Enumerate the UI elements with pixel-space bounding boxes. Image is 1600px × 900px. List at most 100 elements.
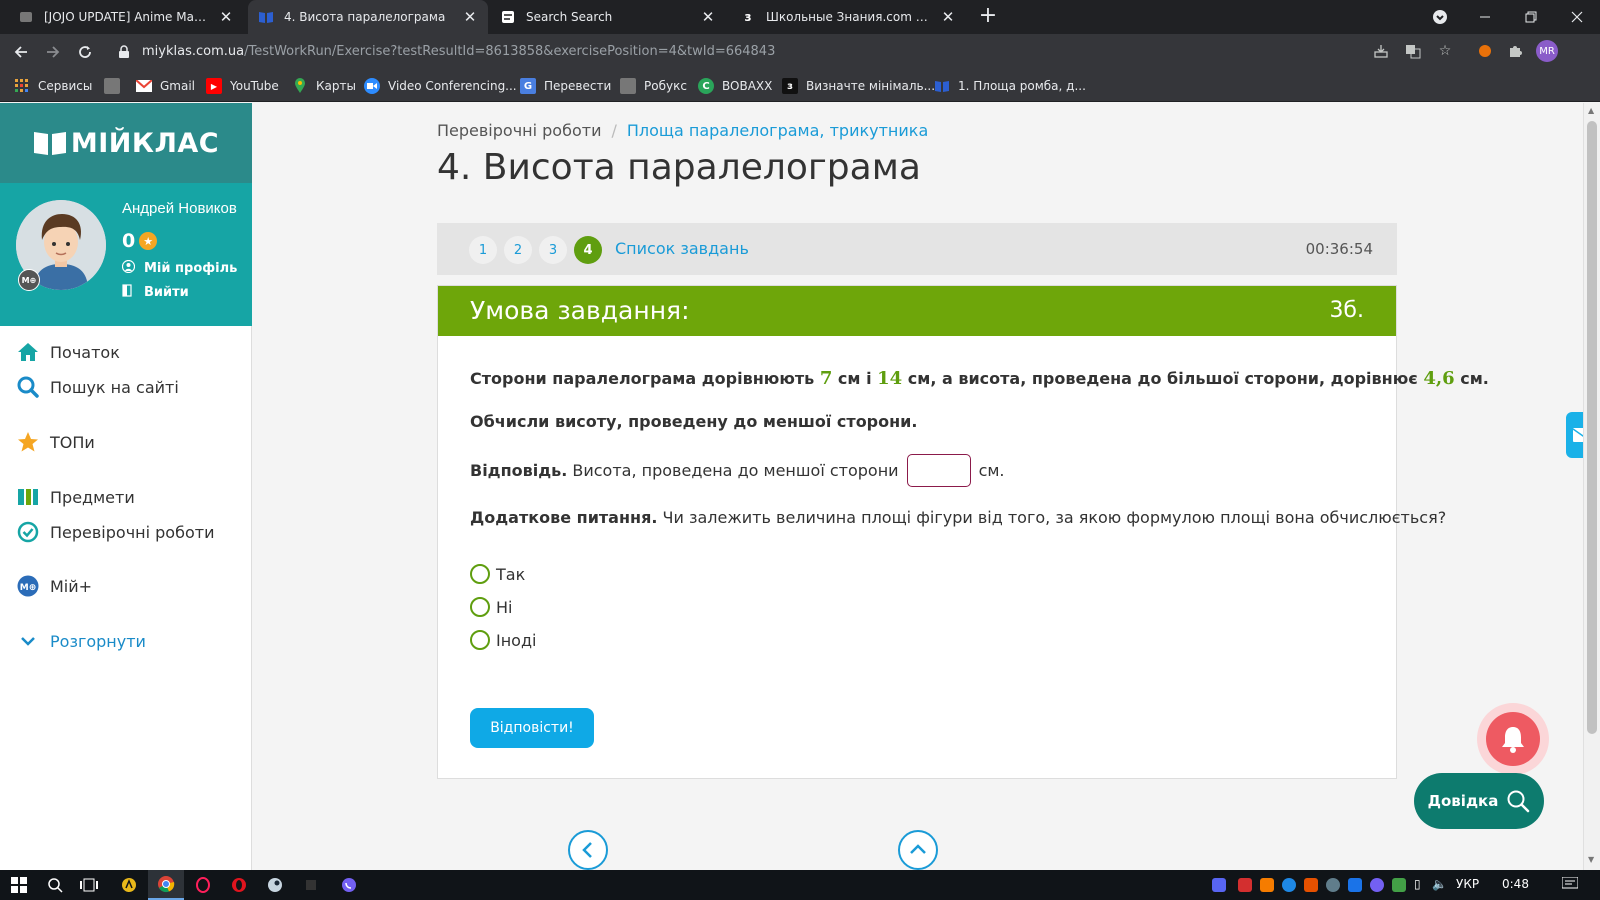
tab-title: Школьные Знания.com - Решае: [766, 10, 932, 24]
tray-clock[interactable]: 0:48: [1502, 877, 1529, 891]
close-tab-icon[interactable]: ✕: [940, 8, 956, 26]
previous-task-button[interactable]: [568, 830, 608, 870]
submit-answer-button[interactable]: Відповісти!: [470, 708, 594, 748]
close-window-icon[interactable]: [1554, 0, 1600, 34]
action-center-icon[interactable]: [1561, 876, 1579, 894]
tray-app-icon[interactable]: [1304, 878, 1318, 892]
browser-tab-znania[interactable]: з Школьные Знания.com - Решае ✕: [730, 0, 966, 34]
sidebar-item-home[interactable]: Початок: [16, 340, 120, 364]
tab-title: [JOJO UPDATE] Anime Mania - Ro: [44, 10, 210, 24]
site-logo[interactable]: МІЙКЛАС: [33, 128, 219, 159]
tray-app-icon[interactable]: [1260, 878, 1274, 892]
tray-volume-icon[interactable]: 🔈: [1432, 877, 1447, 891]
address-bar[interactable]: miyklas.com.ua/TestWorkRun/Exercise?test…: [108, 38, 1574, 66]
radio-button[interactable]: [470, 597, 490, 617]
sidebar-item-search[interactable]: Пошук на сайті: [16, 375, 179, 399]
bookmark-video-conferencing[interactable]: Video Conferencing...: [364, 77, 517, 95]
sidebar-item-subjects[interactable]: Предмети: [16, 485, 135, 509]
browser-tab-search[interactable]: Search Search ✕: [490, 0, 726, 34]
bookmark-star-icon[interactable]: ☆: [1436, 42, 1454, 60]
question-number-4-current[interactable]: 4: [574, 236, 602, 264]
taskbar-steam-icon[interactable]: [264, 875, 286, 895]
bookmark-maps[interactable]: Карты: [292, 77, 356, 95]
radio-option-sometimes[interactable]: Іноді: [470, 630, 536, 650]
reload-icon[interactable]: [72, 39, 98, 65]
sidebar-item-my-plus[interactable]: M⊕ Мій+: [16, 574, 92, 598]
tray-discord-icon[interactable]: [1212, 878, 1226, 892]
page-scrollbar[interactable]: ▲ ▼: [1583, 103, 1600, 870]
scroll-down-arrow-icon[interactable]: ▼: [1588, 855, 1594, 864]
bookmark-znania[interactable]: з Визначте мінімаль...: [782, 77, 935, 95]
answer-input[interactable]: [906, 454, 971, 487]
tray-app-icon[interactable]: [1392, 878, 1406, 892]
bookmark-services[interactable]: Сервисы: [14, 77, 92, 95]
tray-app-icon[interactable]: [1282, 878, 1296, 892]
help-button[interactable]: Довідка: [1414, 773, 1544, 829]
bookmark-bobaxx[interactable]: C BOBAXX: [698, 77, 772, 95]
bookmark-youtube[interactable]: ▶ YouTube: [206, 77, 279, 95]
sidebar-item-label: Предмети: [50, 487, 135, 507]
radio-button[interactable]: [470, 630, 490, 650]
notifications-button[interactable]: [1477, 703, 1549, 775]
radio-option-yes[interactable]: Так: [470, 564, 525, 584]
bookmark-rhombus-area[interactable]: 1. Площа ромба, д...: [934, 77, 1086, 95]
task-list-link[interactable]: Список завдань: [615, 239, 749, 258]
breadcrumb-root[interactable]: Перевірочні роботи: [437, 121, 601, 140]
my-profile-link[interactable]: Мій профіль: [121, 259, 237, 276]
install-app-icon[interactable]: [1372, 42, 1390, 60]
question-number-1[interactable]: 1: [469, 236, 497, 264]
tray-app-icon[interactable]: [1348, 878, 1362, 892]
question-number-2[interactable]: 2: [504, 236, 532, 264]
extensions-puzzle-icon[interactable]: [1506, 42, 1524, 60]
minimize-window-icon[interactable]: [1462, 0, 1508, 34]
bookmark-gmail[interactable]: Gmail: [136, 77, 195, 95]
windows-start-icon[interactable]: [8, 875, 30, 895]
back-arrow-icon[interactable]: [8, 39, 34, 65]
sidebar-item-tops[interactable]: ТОПи: [16, 430, 95, 454]
bookmark-translate[interactable]: G Перевести: [520, 77, 611, 95]
bookmark-generic[interactable]: [104, 77, 128, 95]
new-tab-button[interactable]: +: [976, 4, 1000, 28]
scrollbar-thumb[interactable]: [1587, 121, 1597, 734]
taskbar-app-icon[interactable]: [118, 875, 140, 895]
restore-window-icon[interactable]: [1508, 0, 1554, 34]
tray-viber-icon[interactable]: [1370, 878, 1384, 892]
browser-tab-anime-mania[interactable]: [JOJO UPDATE] Anime Mania - Ro ✕: [8, 0, 244, 34]
browser-tab-current[interactable]: 4. Висота паралелограма ✕: [248, 0, 488, 34]
sidebar-item-tests[interactable]: Перевірочні роботи: [16, 520, 214, 544]
bookmarks-bar: Сервисы Gmail ▶ YouTube Карты Video Conf…: [0, 70, 1600, 102]
logout-link[interactable]: Вийти: [122, 284, 189, 300]
taskbar-opera-gx-icon[interactable]: [192, 875, 214, 895]
extension-fox-icon[interactable]: [1476, 42, 1494, 60]
taskbar-viber-icon[interactable]: [338, 875, 360, 895]
taskbar-opera-icon[interactable]: [228, 875, 250, 895]
profile-avatar[interactable]: MR: [1536, 40, 1558, 62]
taskbar-search-icon[interactable]: [44, 875, 66, 895]
close-tab-icon[interactable]: ✕: [700, 8, 716, 26]
question-number-3[interactable]: 3: [539, 236, 567, 264]
bookmark-robux[interactable]: Робукс: [620, 77, 687, 95]
breadcrumb: Перевірочні роботи / Площа паралелограма, …: [437, 121, 928, 140]
radio-option-no[interactable]: Ні: [470, 597, 512, 617]
translate-page-icon[interactable]: [1404, 42, 1422, 60]
tray-battery-icon[interactable]: ▯: [1414, 877, 1421, 891]
taskbar-app-dark-icon[interactable]: [300, 875, 322, 895]
scroll-to-top-button[interactable]: [898, 830, 938, 870]
forward-arrow-icon[interactable]: [40, 39, 66, 65]
breadcrumb-current[interactable]: Площа паралелограма, трикутника: [627, 121, 928, 140]
tray-language[interactable]: УКР: [1456, 877, 1479, 891]
close-tab-icon[interactable]: ✕: [462, 8, 478, 26]
profile-menu-icon[interactable]: [1417, 0, 1463, 34]
task-view-icon[interactable]: [78, 875, 100, 895]
tray-steam-icon[interactable]: [1326, 878, 1340, 892]
extra-question-label: Додаткове питання.: [470, 508, 658, 527]
sidebar-item-expand[interactable]: Розгорнути: [16, 629, 146, 653]
scroll-up-arrow-icon[interactable]: ▲: [1588, 106, 1594, 115]
c-logo-icon: C: [698, 78, 714, 94]
tray-app-icon[interactable]: [1238, 878, 1252, 892]
radio-label: Ні: [496, 597, 513, 617]
radio-button[interactable]: [470, 564, 490, 584]
close-tab-icon[interactable]: ✕: [218, 8, 234, 26]
extra-question-text: Чи залежить величина площі фігури від то…: [657, 508, 1447, 527]
taskbar-chrome-icon[interactable]: [148, 870, 184, 900]
